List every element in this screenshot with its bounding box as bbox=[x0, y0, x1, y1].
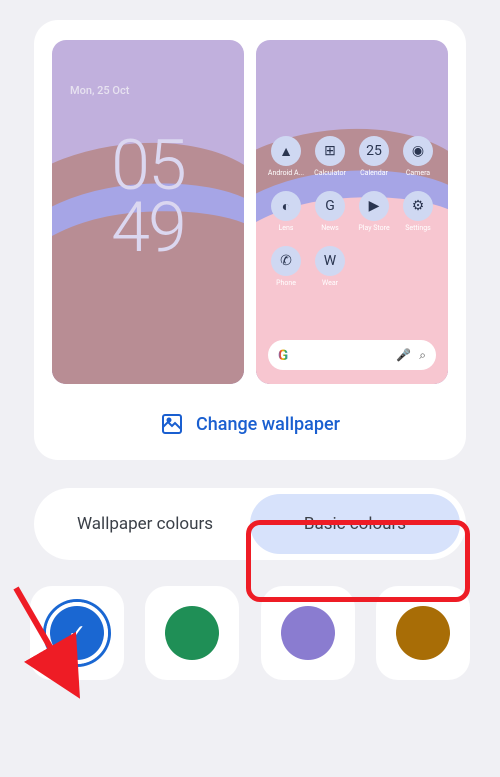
app-glyph-icon: 25 bbox=[359, 136, 389, 166]
colour-swatch-1[interactable]: ✓ bbox=[145, 586, 239, 680]
app-label: Play Store bbox=[358, 224, 389, 232]
lock-date: Mon, 25 Oct bbox=[70, 84, 129, 97]
app-glyph-icon: ◐ bbox=[271, 191, 301, 221]
change-wallpaper-label: Change wallpaper bbox=[196, 414, 340, 435]
app-icon[interactable]: W Wear bbox=[310, 246, 350, 287]
tab-wallpaper-label: Wallpaper colours bbox=[77, 514, 213, 534]
app-label: Camera bbox=[406, 169, 430, 177]
app-icon-grid: ▲ Android A... ⊞ Calculator 25 Calendar ◉ Camer… bbox=[266, 136, 438, 287]
mic-icon: 🎤 bbox=[396, 348, 411, 362]
app-glyph-icon: ▶ bbox=[359, 191, 389, 221]
app-icon[interactable]: ⊞ Calculator bbox=[310, 136, 350, 177]
lock-time-minutes: 49 bbox=[52, 198, 244, 260]
app-glyph-icon: G bbox=[315, 191, 345, 221]
app-glyph-icon: ▲ bbox=[271, 136, 301, 166]
color-source-tabs: Wallpaper colours Basic colours bbox=[34, 488, 466, 560]
wallpaper-preview-card: Mon, 25 Oct 05 49 ▲ Android A... ⊞ Calculat… bbox=[34, 20, 466, 460]
colour-swatch-0[interactable]: ✓ bbox=[30, 586, 124, 680]
app-glyph-icon: ✆ bbox=[271, 246, 301, 276]
app-label: Lens bbox=[279, 224, 294, 232]
app-glyph-icon: ◉ bbox=[403, 136, 433, 166]
google-search-bar[interactable]: G 🎤 ⌕ bbox=[268, 340, 436, 370]
app-icon[interactable]: ⚙ Settings bbox=[398, 191, 438, 232]
basic-colours-row: ✓✓✓✓ bbox=[30, 586, 470, 680]
colour-dot bbox=[165, 606, 219, 660]
app-label: Wear bbox=[322, 279, 338, 287]
lockscreen-preview[interactable]: Mon, 25 Oct 05 49 bbox=[52, 40, 244, 384]
app-icon[interactable]: ▶ Play Store bbox=[354, 191, 394, 232]
lens-icon: ⌕ bbox=[419, 348, 426, 363]
tab-basic-label: Basic colours bbox=[304, 514, 406, 534]
preview-row: Mon, 25 Oct 05 49 ▲ Android A... ⊞ Calculat… bbox=[50, 40, 450, 384]
colour-dot bbox=[396, 606, 450, 660]
app-icon[interactable]: ✆ Phone bbox=[266, 246, 306, 287]
tab-basic-colours[interactable]: Basic colours bbox=[250, 494, 460, 554]
change-wallpaper-button[interactable]: Change wallpaper bbox=[50, 412, 450, 436]
app-icon[interactable]: ◐ Lens bbox=[266, 191, 306, 232]
app-glyph-icon: W bbox=[315, 246, 345, 276]
app-glyph-icon: ⚙ bbox=[403, 191, 433, 221]
app-icon[interactable]: G News bbox=[310, 191, 350, 232]
homescreen-preview[interactable]: ▲ Android A... ⊞ Calculator 25 Calendar ◉ Camer… bbox=[256, 40, 448, 384]
app-glyph-icon: ⊞ bbox=[315, 136, 345, 166]
app-icon[interactable]: 25 Calendar bbox=[354, 136, 394, 177]
app-label: Calculator bbox=[314, 169, 346, 177]
app-label: Android A... bbox=[268, 169, 304, 177]
wallpaper-icon bbox=[160, 412, 184, 436]
app-label: Settings bbox=[405, 224, 431, 232]
check-icon: ✓ bbox=[68, 621, 86, 646]
app-icon[interactable]: ▲ Android A... bbox=[266, 136, 306, 177]
colour-swatch-3[interactable]: ✓ bbox=[376, 586, 470, 680]
google-g-icon: G bbox=[278, 346, 288, 364]
lock-time: 05 49 bbox=[52, 136, 244, 259]
app-label: Phone bbox=[276, 279, 296, 287]
colour-swatch-2[interactable]: ✓ bbox=[261, 586, 355, 680]
app-label: Calendar bbox=[360, 169, 388, 177]
app-icon[interactable]: ◉ Camera bbox=[398, 136, 438, 177]
colour-dot bbox=[281, 606, 335, 660]
app-label: News bbox=[321, 224, 339, 232]
tab-wallpaper-colours[interactable]: Wallpaper colours bbox=[40, 494, 250, 554]
